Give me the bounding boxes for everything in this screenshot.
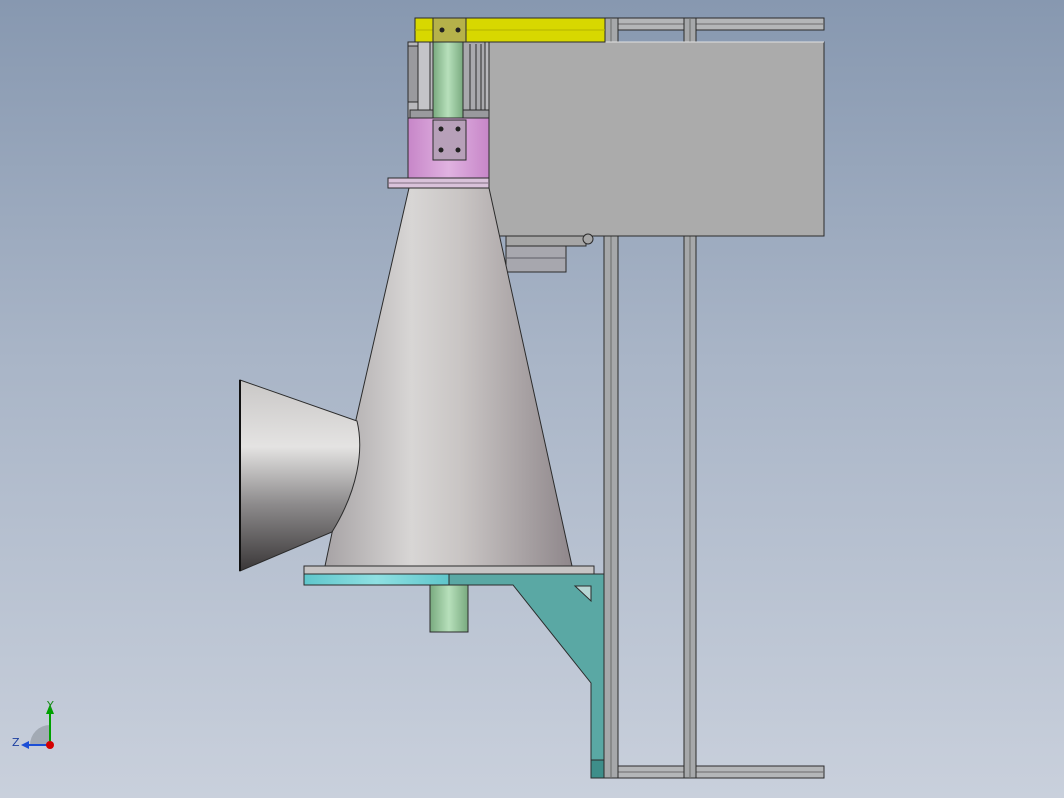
triad-quadrant-icon	[30, 725, 50, 745]
control-cabinet[interactable]	[488, 41, 825, 237]
axis-z-arrow-icon	[21, 741, 29, 749]
outlet-pipe[interactable]	[429, 584, 469, 633]
bottom-flange[interactable]	[303, 565, 595, 575]
cad-model-view[interactable]	[0, 0, 1064, 798]
housing-clamp-plate[interactable]	[432, 119, 467, 161]
axis-z-label: Z	[12, 736, 20, 749]
top-beam-clamp[interactable]	[432, 17, 467, 43]
axis-y-label: Y	[47, 699, 54, 712]
drive-shaft-upper[interactable]	[432, 41, 464, 119]
cabinet-hinge	[505, 233, 594, 247]
mounting-bracket[interactable]	[448, 573, 605, 779]
base-plate[interactable]	[303, 573, 450, 586]
graphics-viewport[interactable]: Y Z	[0, 0, 1064, 798]
axis-x-arrow-icon	[46, 741, 54, 749]
cabinet-lower-bracket[interactable]	[505, 245, 567, 273]
